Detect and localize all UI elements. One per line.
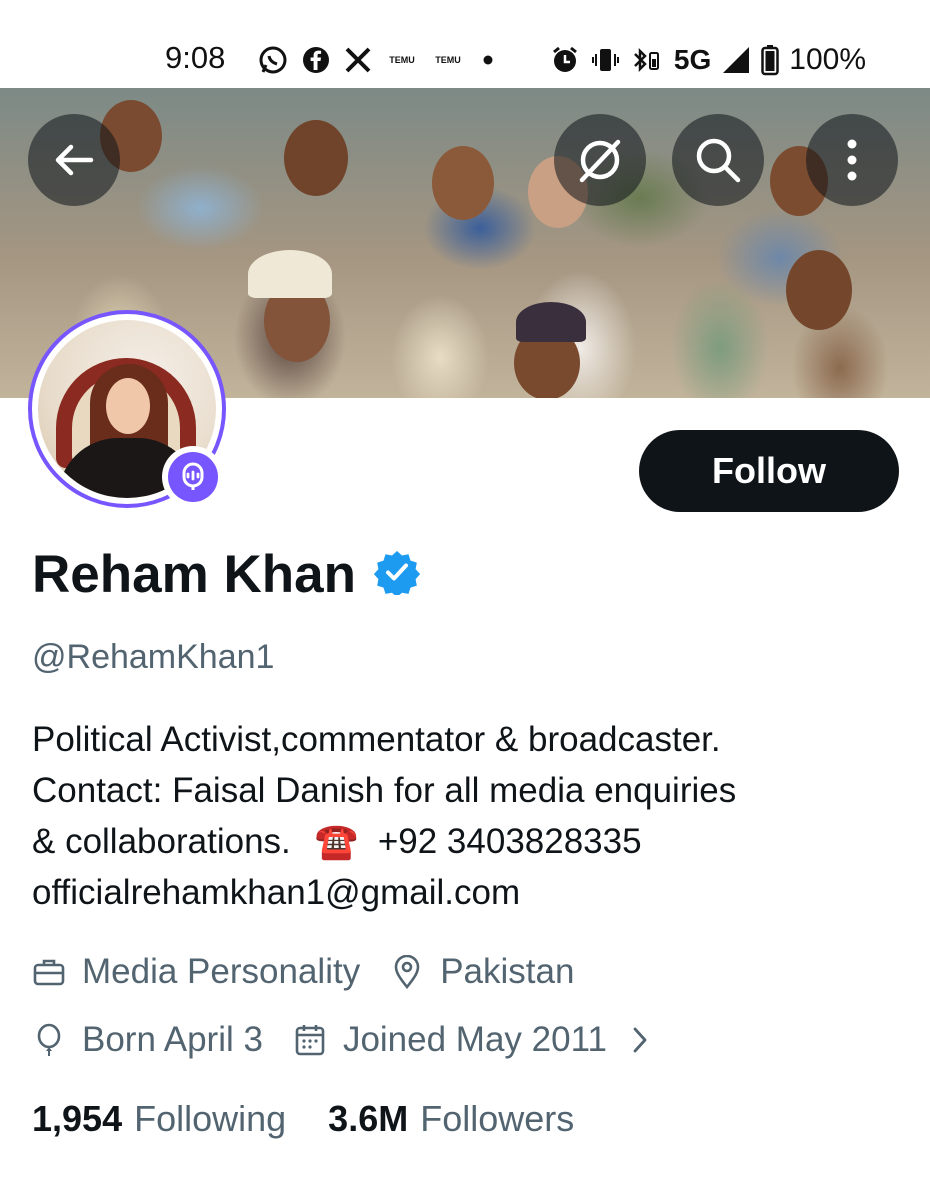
verified-badge-icon[interactable] [373,549,421,600]
back-button[interactable] [28,114,120,206]
dot-icon [478,54,498,66]
followers-count: 3.6M [328,1098,409,1139]
bluetooth-battery-icon [630,45,664,75]
grok-button[interactable] [554,114,646,206]
briefcase-icon [32,955,66,989]
bio-text: & collaborations. [32,822,291,861]
banner-cap [248,250,332,298]
back-arrow-icon [55,144,94,176]
join-date[interactable]: Joined May 2011 [293,1020,657,1060]
facebook-icon [302,46,330,74]
banner-cap [516,302,586,342]
more-vertical-icon [847,139,857,181]
whatsapp-icon [258,45,288,75]
search-button[interactable] [672,114,764,206]
grok-icon [579,139,621,183]
x-icon [344,46,372,74]
profile-handle: @RehamKhan1 [32,638,275,676]
status-time: 9:08 [165,40,226,75]
professional-category: Media Personality [32,952,360,992]
temu-icon: TEMU [389,54,415,65]
banner-person [284,120,348,196]
banner-person [432,146,494,220]
microphone-icon [182,462,204,490]
bio-line: Contact: Faisal Danish for all media enq… [32,771,737,810]
network-type: 5G [673,44,712,75]
balloon-icon [32,1023,66,1057]
battery-percent: 100% [789,43,866,76]
alarm-icon [550,45,580,75]
following-stat[interactable]: 1,954 Following [32,1098,286,1140]
bio-line: Political Activist,commentator & broadca… [32,720,721,759]
telephone-emoji: ☎️ [314,822,359,861]
following-count: 1,954 [32,1098,123,1139]
temu-icon: TEMU [435,54,461,65]
profile-meta-row: Born April 3 Joined May 2011 [32,1020,687,1060]
location-pin-icon [390,955,424,989]
calendar-icon [293,1023,327,1057]
display-name: Reham Khan [32,545,356,604]
bio-line: & collaborations. ☎️ +92 3403828335 [32,816,912,867]
chevron-right-icon[interactable] [623,1023,657,1057]
followers-label: Followers [420,1098,575,1139]
signal-icon [721,45,751,75]
battery-icon [761,44,780,76]
profile-name-row: Reham Khan [32,544,421,605]
more-options-button[interactable] [806,114,898,206]
follow-stats: 1,954 Following 3.6M Followers [32,1098,616,1140]
spaces-badge[interactable] [162,446,224,508]
follow-button[interactable]: Follow [639,430,899,512]
search-icon [696,138,741,183]
birthday: Born April 3 [32,1020,263,1060]
location: Pakistan [390,952,574,992]
bio-phone: +92 3403828335 [377,822,642,861]
followers-stat[interactable]: 3.6M Followers [328,1098,574,1140]
status-bar: 9:08 TEMU TEMU 5G 100% [0,0,930,88]
notification-icons: TEMU TEMU [258,40,498,80]
banner-person [786,250,852,330]
bio-email: officialrehamkhan1@gmail.com [32,873,521,912]
vibrate-icon [590,45,620,75]
profile-meta-row: Media Personality Pakistan [32,952,604,992]
system-status-icons: 5G 100% [550,40,866,80]
following-label: Following [134,1098,287,1139]
profile-bio: Political Activist,commentator & broadca… [32,714,912,918]
